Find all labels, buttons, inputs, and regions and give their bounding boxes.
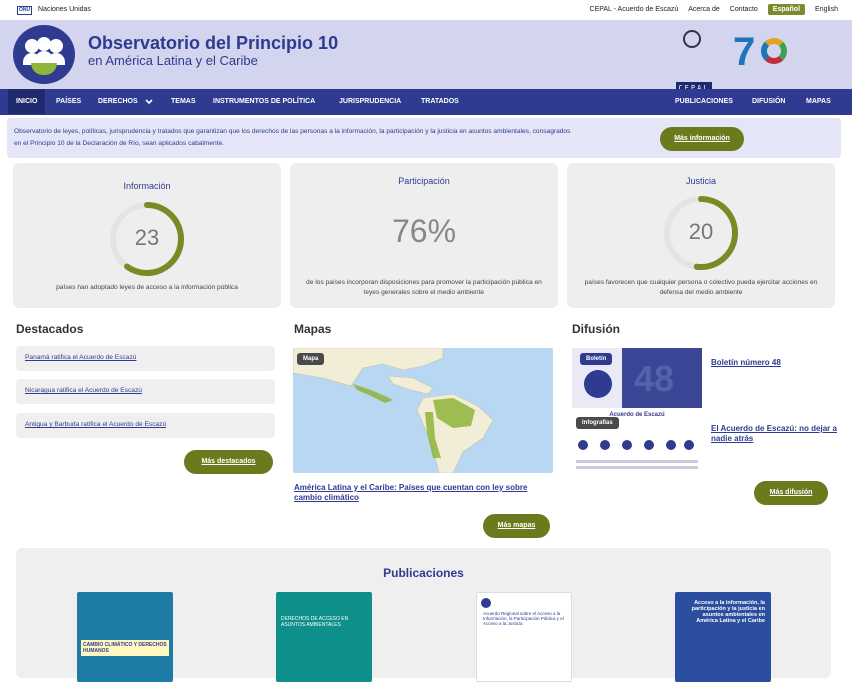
mapa-tag: Mapa [297,353,325,365]
link-contacto[interactable]: Contacto [730,6,758,13]
nav-tratados[interactable]: TRATADOS [421,98,459,105]
publication-cover[interactable]: Acceso a la información, la participació… [675,592,771,682]
nav-mapas[interactable]: MAPAS [806,98,831,105]
intro-text: Observatorio de leyes, políticas, jurisp… [14,128,571,147]
mas-mapas-button[interactable]: Más mapas [483,514,550,538]
infografia-tag: Infografías [576,417,619,429]
publication-cover[interactable]: CAMBIO CLIMÁTICO Y DERECHOS HUMANOS [77,592,173,682]
cepal-70-logo-icon: 7 [733,28,793,83]
destacado-item[interactable]: Antigua y Barbuda ratifica el Acuerdo de… [16,413,275,438]
main-nav: INICIO PAÍSES DERECHOS TEMAS INSTRUMENTO… [0,89,852,115]
map-image-icon [293,348,494,473]
link-cepal-escazu[interactable]: CEPAL - Acuerdo de Escazú [590,6,679,13]
stat-desc-justicia: países favorecen que cualquier persona o… [584,279,818,296]
difusion-title: Difusión [572,322,620,336]
nav-difusion[interactable]: DIFUSIÓN [752,98,785,105]
nav-instrumentos[interactable]: INSTRUMENTOS DE POLÍTICA [213,98,315,105]
mapas-title: Mapas [294,322,332,336]
intro-banner: Observatorio de leyes, políticas, jurisp… [7,118,841,158]
stat-card-participacion: Participación 76% de los países incorpor… [290,163,558,308]
site-subtitle: en América Latina y el Caribe [88,53,258,68]
nav-jurisprudencia[interactable]: JURISPRUDENCIA [339,98,401,105]
mas-informacion-button[interactable]: Más información [660,127,744,151]
destacados-title: Destacados [16,322,84,336]
nav-derechos[interactable]: DERECHOS [98,98,138,105]
nav-temas[interactable]: TEMAS [171,98,196,105]
chevron-down-icon[interactable] [145,99,153,105]
publicaciones-title: Publicaciones [383,566,464,580]
boletin-link[interactable]: Boletín número 48 [711,358,831,368]
mas-destacados-button[interactable]: Más destacados [184,450,273,474]
publication-cover[interactable]: DERECHOS DE ACCESO EN ASUNTOS AMBIENTALE… [276,592,372,682]
top-bar: ONU Naciones Unidas CEPAL - Acuerdo de E… [0,0,852,20]
observatorio-logo-icon[interactable] [13,25,75,84]
stat-desc-informacion: países han adoptado leyes de acceso a la… [56,284,238,291]
top-links: CEPAL - Acuerdo de Escazú Acerca de Cont… [590,4,838,15]
mas-difusion-button[interactable]: Más difusión [754,481,828,505]
publicaciones-section: Publicaciones CAMBIO CLIMÁTICO Y DERECHO… [16,548,831,682]
stat-label-participacion: Participación [398,176,450,186]
nav-paises[interactable]: PAÍSES [56,98,81,105]
nav-inicio[interactable]: INICIO [8,89,46,114]
stat-label-justicia: Justicia [685,176,716,186]
destacado-item[interactable]: Panamá ratifica el Acuerdo de Escazú [16,346,275,371]
nav-publicaciones[interactable]: PUBLICACIONES [675,98,733,105]
link-acerca[interactable]: Acerca de [688,6,720,13]
infografia-thumbnail[interactable]: Acuerdo de Escazú Infografías [572,410,702,476]
stat-value-justicia: 20 [688,219,714,244]
un-emblem-icon [672,30,712,72]
site-header: Observatorio del Principio 10 en América… [0,20,852,94]
un-label[interactable]: Naciones Unidas [38,6,91,13]
map-thumbnail[interactable]: Mapa [293,348,553,473]
stat-value-participacion: 76% [391,213,457,249]
lang-en-button[interactable]: English [815,6,838,13]
stat-label-informacion: Información [123,181,171,191]
publication-cover[interactable]: Acuerdo Regional sobre el Acceso a la In… [476,592,572,682]
un-logo-icon[interactable]: ONU [17,6,32,15]
boletin-number: 48 [634,358,675,399]
boletin-thumbnail[interactable]: 48 Boletín [572,348,702,408]
infografia-link[interactable]: El Acuerdo de Escazú: no dejar a nadie a… [711,424,841,444]
mapa-link[interactable]: América Latina y el Caribe: Países que c… [294,483,544,503]
stat-desc-participacion: de los países incorporan disposiciones p… [306,279,542,296]
stat-value-informacion: 23 [134,225,160,250]
lang-es-button[interactable]: Español [767,4,806,15]
site-title[interactable]: Observatorio del Principio 10 [88,33,338,54]
stat-card-informacion: Información 23 países han adoptado leyes… [13,163,281,308]
stat-card-justicia: Justicia 20 países favorecen que cualqui… [567,163,835,308]
boletin-tag: Boletín [580,353,613,365]
destacado-item[interactable]: Nicaragua ratifica el Acuerdo de Escazú [16,379,275,404]
